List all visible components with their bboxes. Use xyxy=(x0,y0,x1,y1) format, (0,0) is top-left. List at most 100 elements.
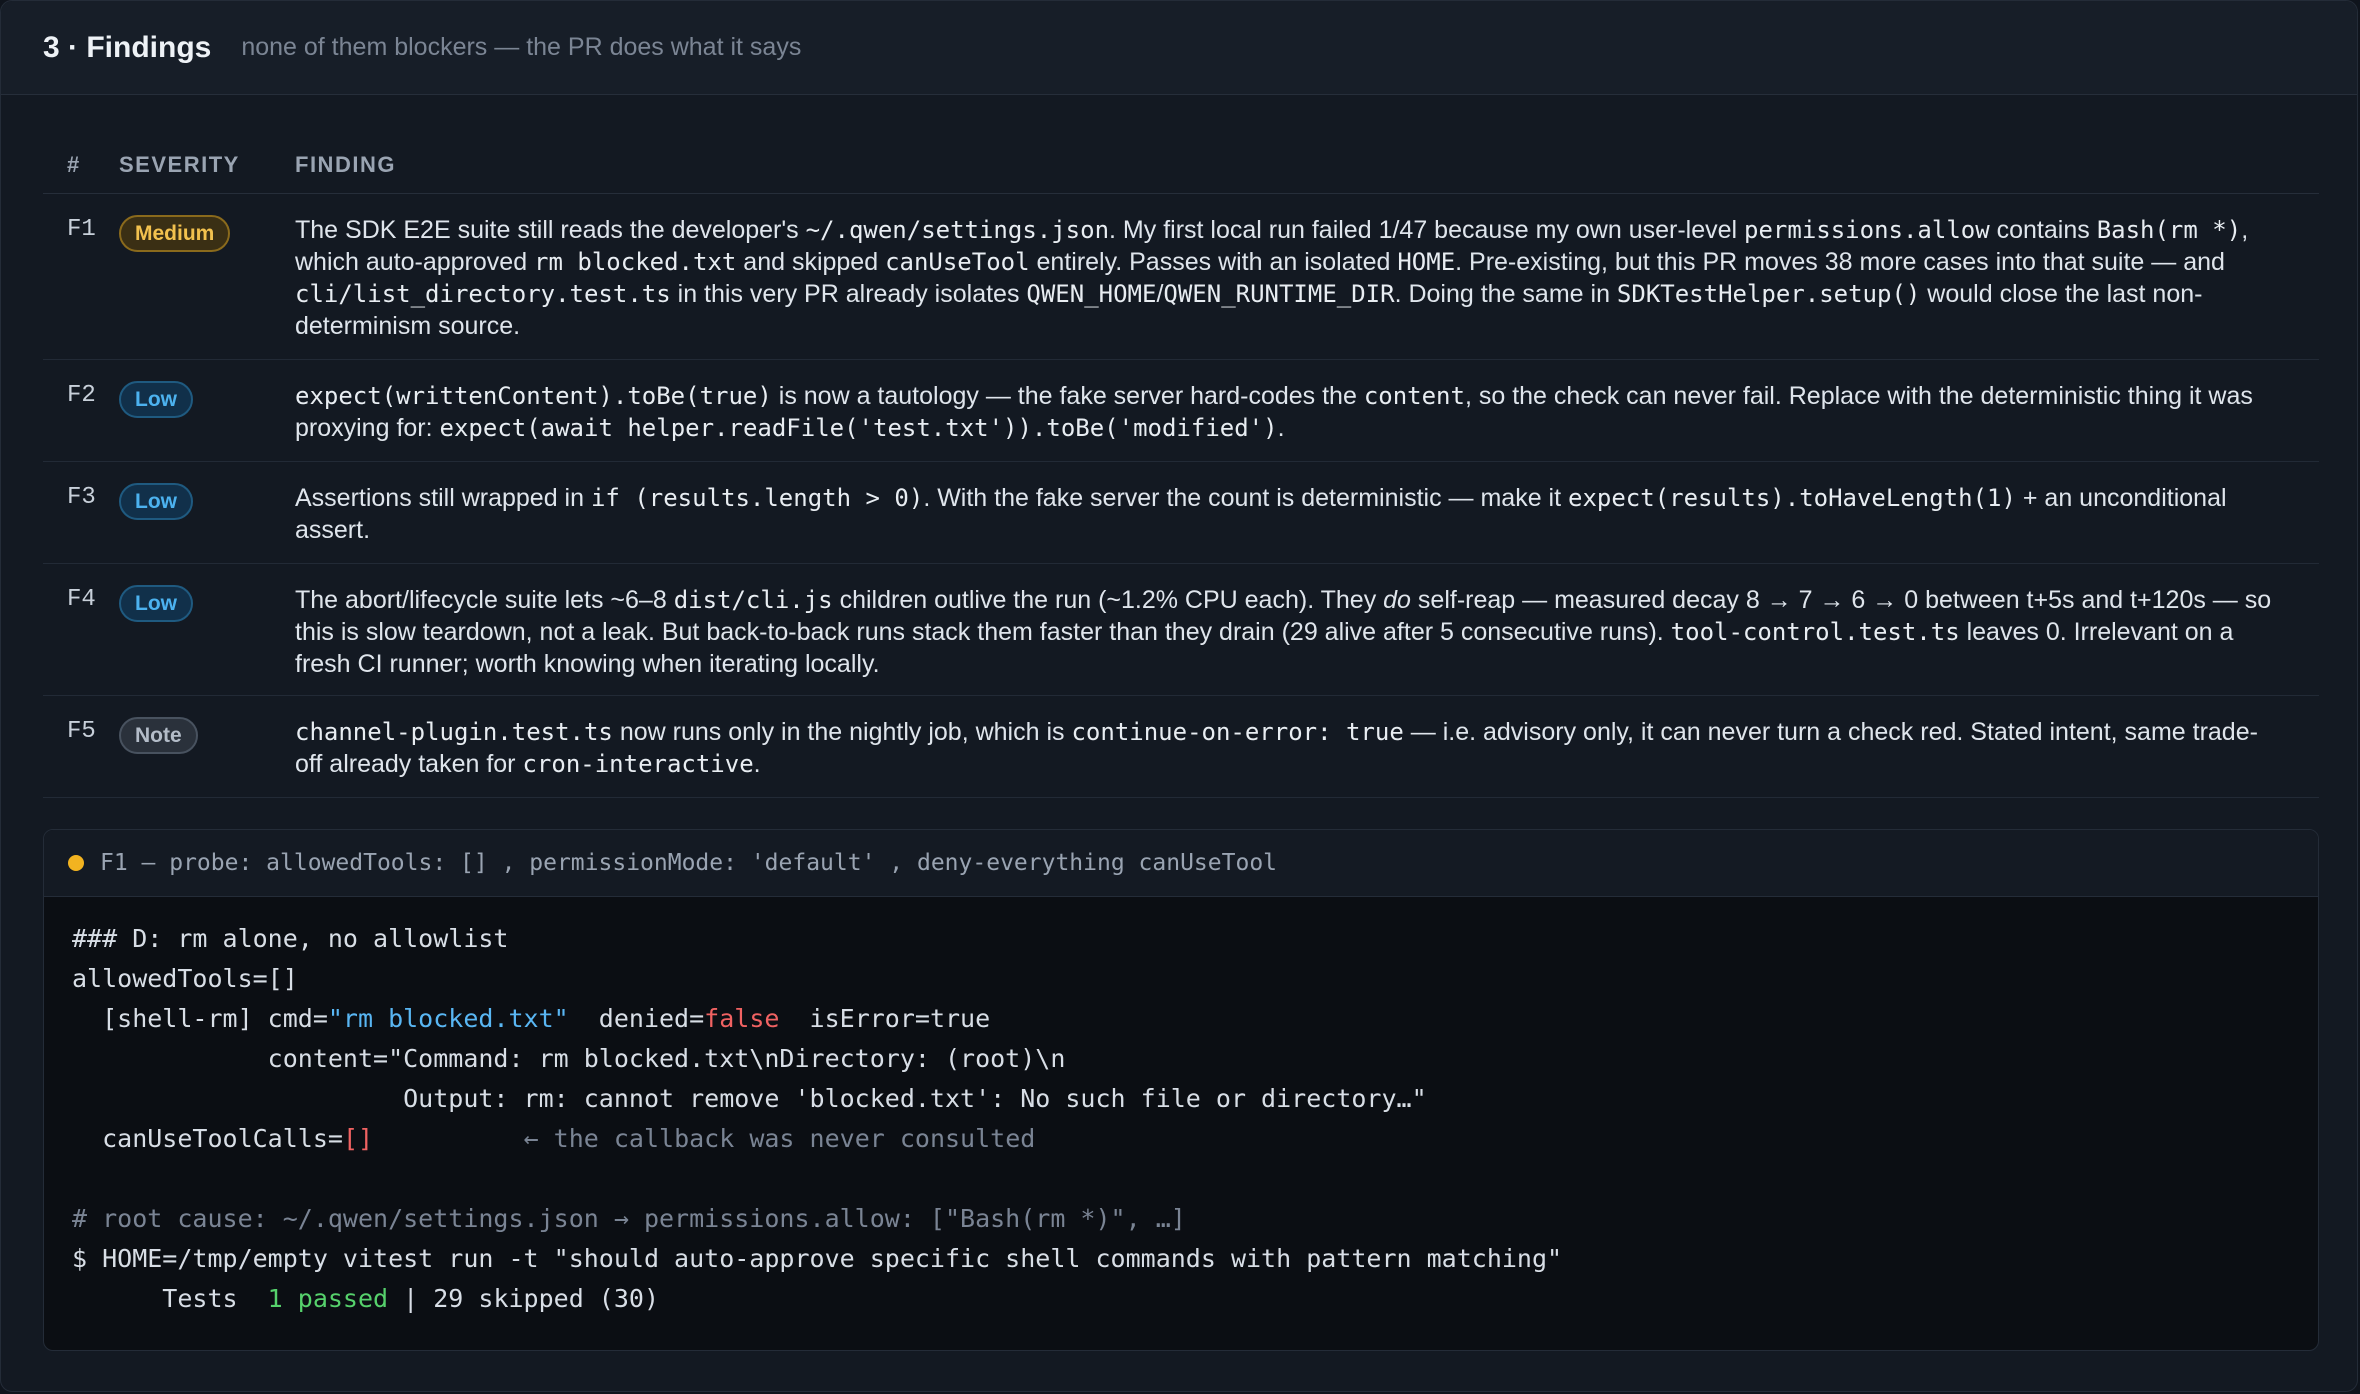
severity-badge: Low xyxy=(119,585,193,622)
finding-text: Assertions still wrapped in if (results.… xyxy=(295,482,2319,546)
column-header-severity: SEVERITY xyxy=(119,151,240,177)
table-row: F2 Low expect(writtenContent).toBe(true) i… xyxy=(43,360,2319,462)
severity-cell: Medium xyxy=(119,214,295,252)
text-span: and skipped xyxy=(736,248,886,276)
terminal-segment: # root cause: ~/.qwen/settings.json → pe… xyxy=(72,1204,1186,1233)
terminal-segment: [] xyxy=(342,1124,374,1153)
terminal-line: allowedTools=[] xyxy=(72,959,2290,999)
table-header: # SEVERITY FINDING xyxy=(43,136,2319,194)
table-row: F4 Low The abort/lifecycle suite lets ~6–8… xyxy=(43,564,2319,696)
table-row: F3 Low Assertions still wrapped in if (res… xyxy=(43,462,2319,564)
terminal-line: canUseToolCalls=[] ← the callback was ne… xyxy=(72,1119,2290,1159)
inline-code: expect(await helper.readFile('test.txt')… xyxy=(439,414,1278,442)
severity-cell: Note xyxy=(119,716,295,754)
inline-code: canUseTool xyxy=(885,248,1030,276)
severity-badge: Medium xyxy=(119,215,231,252)
panel-header: 3 · Findings none of them blockers — the… xyxy=(1,1,2357,95)
severity-cell: Low xyxy=(119,380,295,418)
finding-text: The SDK E2E suite still reads the develo… xyxy=(295,214,2319,342)
severity-cell: Low xyxy=(119,584,295,622)
terminal-line: Tests 1 passed | 29 skipped (30) xyxy=(72,1279,2290,1319)
inline-code: ~/.qwen/settings.json xyxy=(805,216,1110,244)
terminal-line: $ HOME=/tmp/empty vitest run -t "should … xyxy=(72,1239,2290,1279)
terminal-segment: | 29 skipped (30) xyxy=(388,1284,660,1313)
table-body: F1 Medium The SDK E2E suite still reads th… xyxy=(43,194,2319,798)
text-span: is now a tautology — the fake server har… xyxy=(771,382,1364,410)
column-header-number: # xyxy=(67,151,81,177)
text-span: . xyxy=(1277,414,1285,442)
finding-text: expect(writtenContent).toBe(true) is now… xyxy=(295,380,2319,444)
inline-code: content xyxy=(1363,382,1465,410)
page-title: 3 · Findings xyxy=(43,30,212,64)
page-subtitle: none of them blockers — the PR does what… xyxy=(241,33,802,61)
terminal-segment: canUseToolCalls= xyxy=(72,1124,343,1153)
terminal-line: content="Command: rm blocked.txt\nDirect… xyxy=(72,1039,2290,1079)
terminal-segment: false xyxy=(704,1004,780,1033)
inline-code: SDKTestHelper.setup() xyxy=(1616,280,1921,308)
inline-code: cli/list_directory.test.ts xyxy=(295,280,671,308)
terminal-segment: [shell-rm] cmd= xyxy=(72,1004,328,1033)
terminal-line: Output: rm: cannot remove 'blocked.txt':… xyxy=(72,1079,2290,1119)
inline-code: rm blocked.txt xyxy=(534,248,737,276)
terminal-segment: Tests xyxy=(72,1284,268,1313)
text-span: . With the fake server the count is dete… xyxy=(923,484,1568,512)
terminal-line: [shell-rm] cmd="rm blocked.txt" denied=f… xyxy=(72,999,2290,1039)
finding-text: channel-plugin.test.ts now runs only in … xyxy=(295,716,2319,780)
text-span: contains xyxy=(1989,216,2097,244)
terminal-line: ### D: rm alone, no allowlist xyxy=(72,919,2290,959)
terminal-segment: allowedTools=[] xyxy=(72,964,298,993)
emphasis: do xyxy=(1383,586,1411,614)
text-span: . My first local run failed 1/47 because… xyxy=(1109,216,1745,244)
finding-text: The abort/lifecycle suite lets ~6–8 dist… xyxy=(295,584,2319,680)
terminal-segment: "rm blocked.txt" xyxy=(327,1004,569,1033)
text-span: . Pre-existing, but this PR moves 38 mor… xyxy=(1455,248,2225,276)
terminal-header: F1 — probe: allowedTools: [] , permissio… xyxy=(44,830,2318,897)
inline-code: HOME xyxy=(1397,248,1456,276)
status-dot-icon xyxy=(68,855,84,871)
terminal-title: F1 — probe: allowedTools: [] , permissio… xyxy=(100,850,1278,876)
terminal-output[interactable]: ### D: rm alone, no allowlist allowedTool… xyxy=(44,897,2318,1341)
inline-code: cron-interactive xyxy=(522,750,754,778)
terminal-segment: content="Command: rm blocked.txt\nDirect… xyxy=(72,1044,1066,1073)
table-row: F1 Medium The SDK E2E suite still reads th… xyxy=(43,194,2319,360)
inline-code: expect(writtenContent).toBe(true) xyxy=(295,382,772,410)
inline-code: dist/cli.js xyxy=(673,586,833,614)
severity-badge: Note xyxy=(119,717,198,754)
terminal-segment: isError=true xyxy=(779,1004,991,1033)
inline-code: QWEN_HOME xyxy=(1026,280,1157,308)
finding-id: F2 xyxy=(67,382,96,409)
finding-id: F3 xyxy=(67,484,96,511)
text-span: Assertions still wrapped in xyxy=(295,484,591,512)
terminal-segment: $ HOME=/tmp/empty vitest run -t "should … xyxy=(72,1244,1563,1273)
finding-id: F1 xyxy=(67,216,96,243)
inline-code: permissions.allow xyxy=(1744,216,1990,244)
column-header-finding: FINDING xyxy=(295,151,396,177)
terminal-line: # root cause: ~/.qwen/settings.json → pe… xyxy=(72,1199,2290,1239)
text-span: . Doing the same in xyxy=(1394,280,1617,308)
inline-code: if (results.length > 0) xyxy=(590,484,924,512)
terminal-segment: ### D: rm alone, no allowlist xyxy=(72,924,509,953)
text-span: children outlive the run (~1.2% CPU each… xyxy=(832,586,1384,614)
terminal-segment: Output: rm: cannot remove 'blocked.txt':… xyxy=(72,1084,1427,1113)
terminal-segment: ← the callback was never consulted xyxy=(373,1124,1036,1153)
text-span: . xyxy=(753,750,761,778)
table-row: F5 Note channel-plugin.test.ts now runs on… xyxy=(43,696,2319,798)
text-span: now runs only in the nightly job, which … xyxy=(612,718,1072,746)
findings-table: # SEVERITY FINDING F1 Medium The SDK E2E s… xyxy=(43,136,2319,798)
inline-code: Bash(rm *) xyxy=(2096,216,2242,244)
text-span: entirely. Passes with an isolated xyxy=(1029,248,1398,276)
finding-id: F5 xyxy=(67,718,96,745)
inline-code: tool-control.test.ts xyxy=(1670,618,1960,646)
finding-id: F4 xyxy=(67,586,96,613)
terminal-segment: denied= xyxy=(568,1004,705,1033)
text-span: The abort/lifecycle suite lets ~6–8 xyxy=(295,586,674,614)
terminal-segment: 1 passed xyxy=(267,1284,389,1313)
inline-code: channel-plugin.test.ts xyxy=(295,718,613,746)
inline-code: continue-on-error: true xyxy=(1071,718,1404,746)
text-span: in this very PR already isolates xyxy=(670,280,1027,308)
findings-panel: 3 · Findings none of them blockers — the… xyxy=(0,0,2358,1392)
text-span: The SDK E2E suite still reads the develo… xyxy=(295,216,806,244)
inline-code: expect(results).toHaveLength(1) xyxy=(1568,484,2016,512)
severity-cell: Low xyxy=(119,482,295,520)
